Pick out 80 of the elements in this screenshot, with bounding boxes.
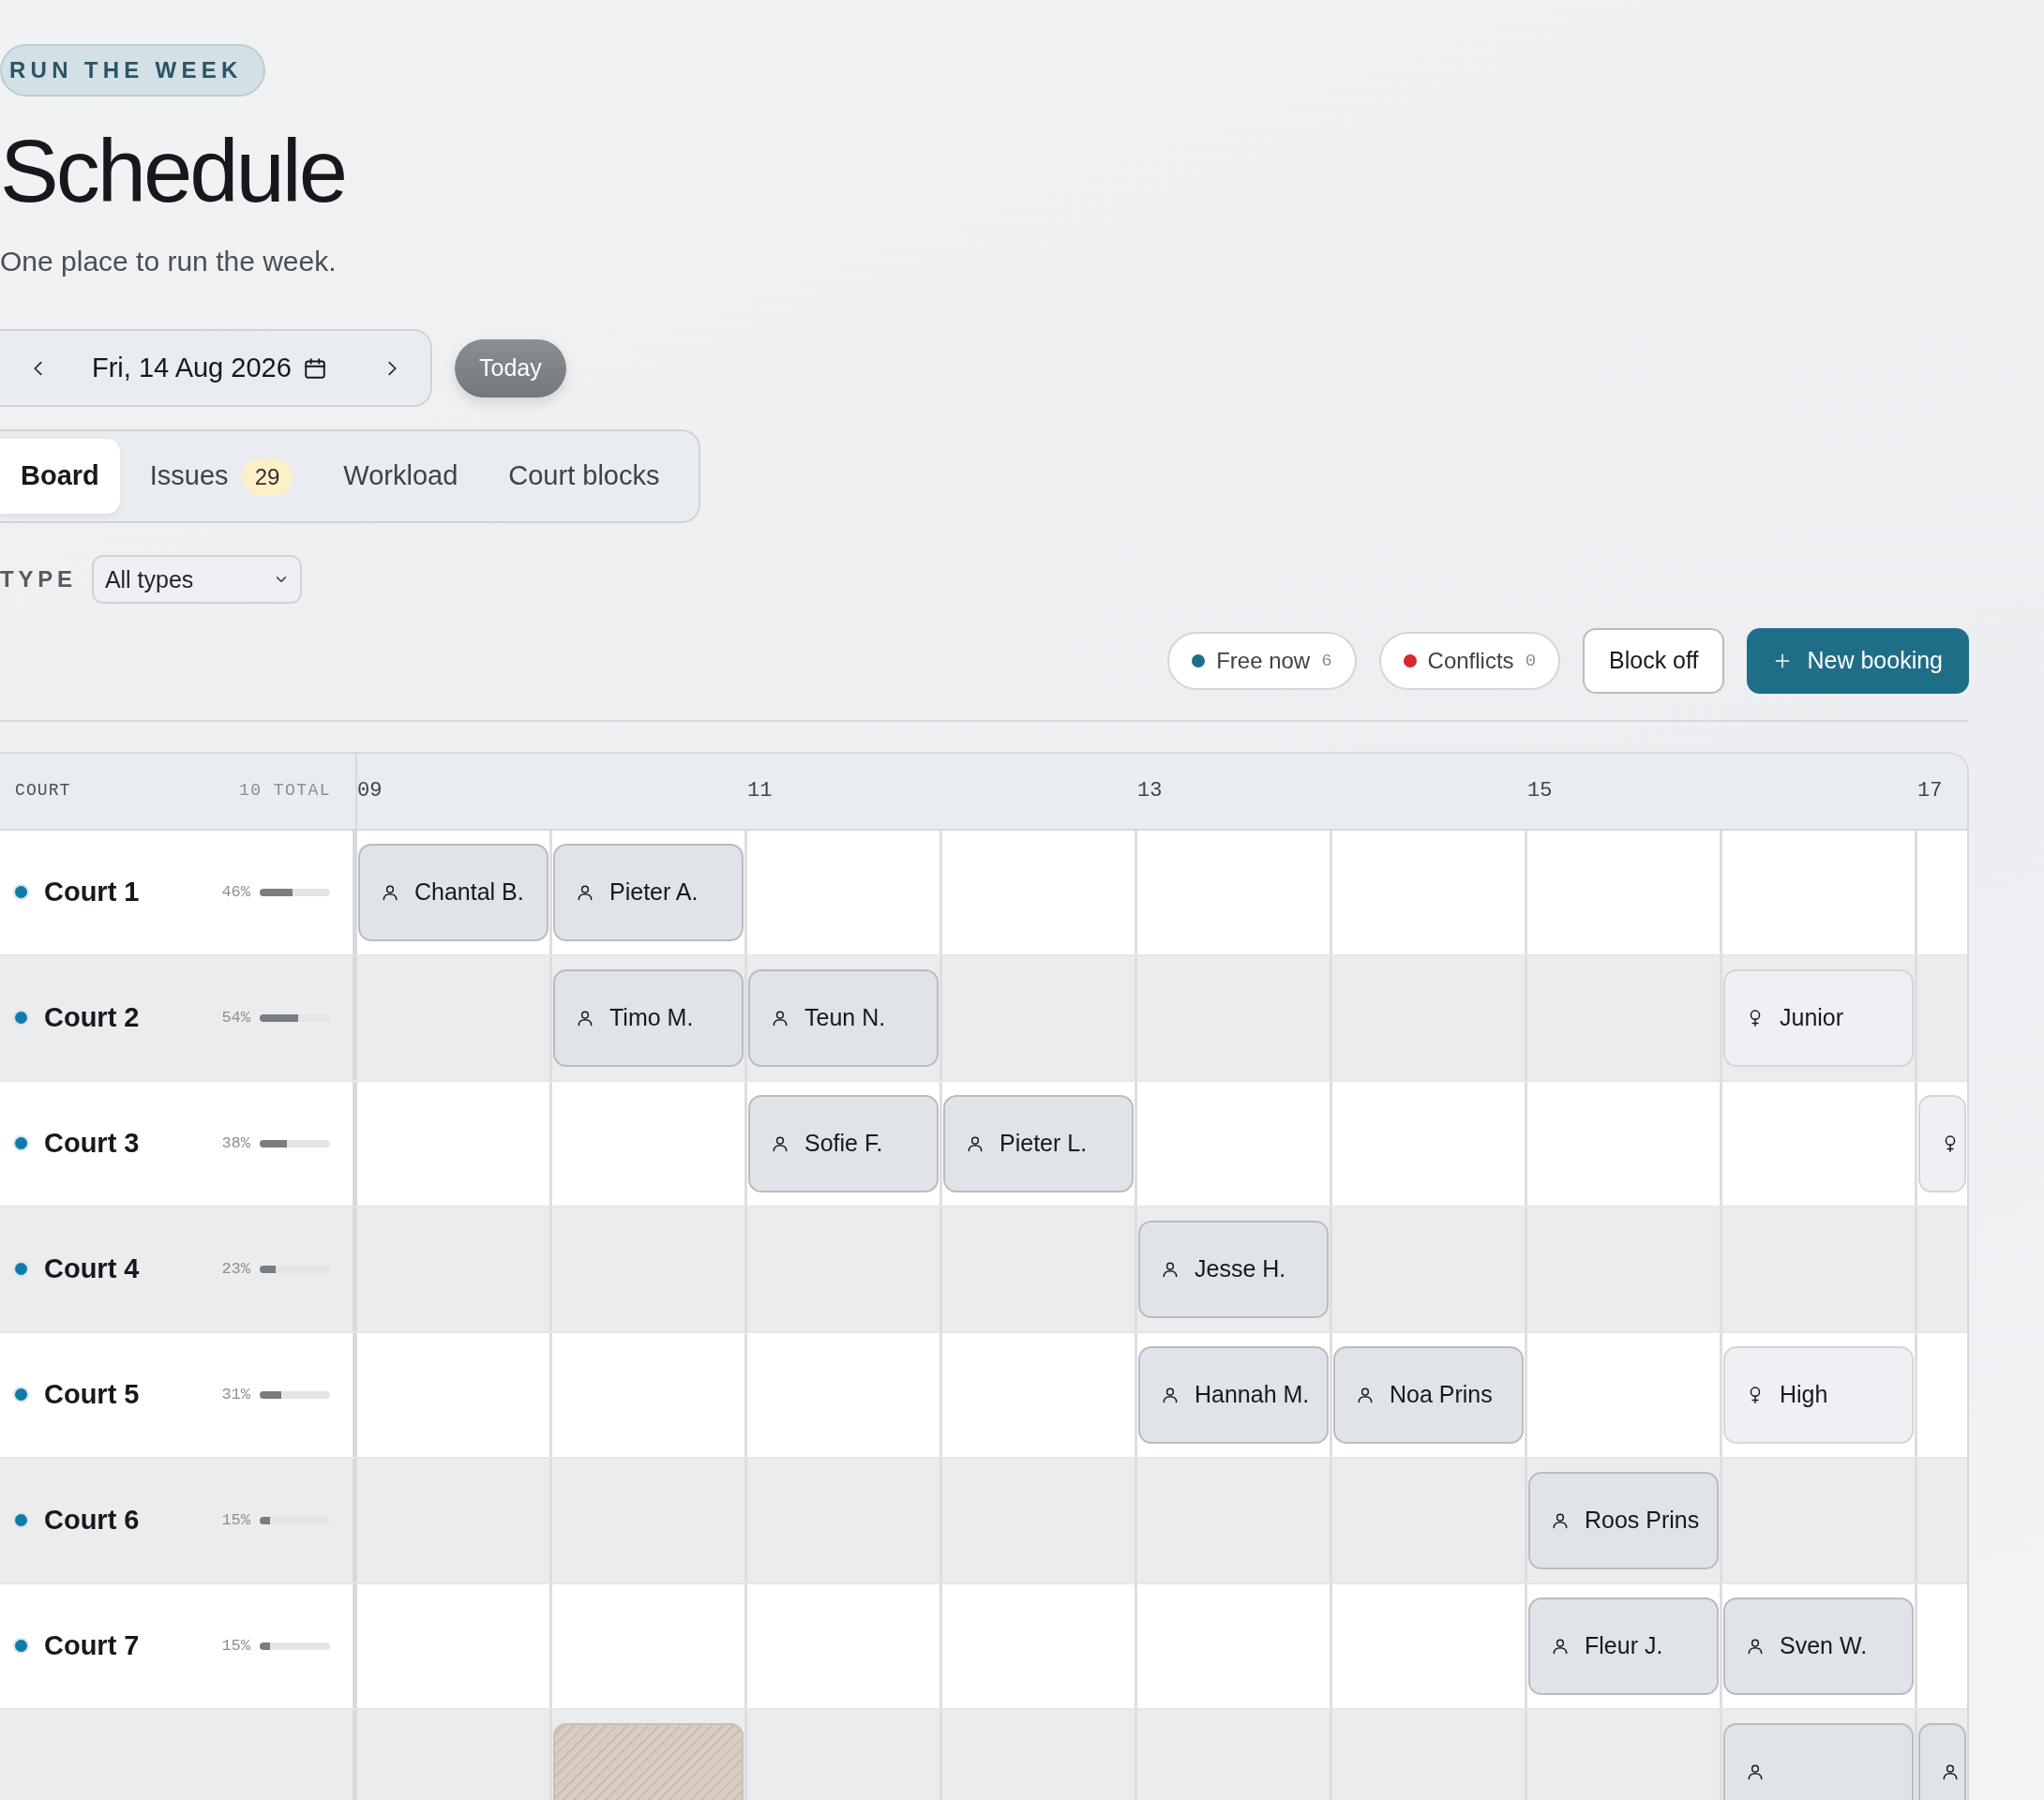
booking-block[interactable]: Pieter A. (553, 843, 744, 941)
today-button[interactable]: Today (455, 339, 566, 398)
calendar-icon (302, 355, 327, 381)
type-select[interactable]: All types (91, 554, 302, 604)
booking-block[interactable] (1918, 1722, 1966, 1800)
booking-name: Sven W. (1780, 1631, 1868, 1661)
hour-label: 17 (1917, 778, 1943, 805)
booking-name: High (1780, 1380, 1828, 1410)
court-status-dot (13, 1261, 29, 1278)
new-booking-button[interactable]: New booking (1747, 627, 1969, 694)
chip-count: 0 (1525, 649, 1537, 673)
count-badge: 29 (241, 458, 293, 497)
chip-label: Free now (1216, 646, 1311, 675)
utilization-percent: 15% (221, 1510, 250, 1532)
date-label: Fri, 14 Aug 2026 (92, 352, 292, 385)
court-name: Court 4 (44, 1252, 140, 1286)
booking-name: Jesse H. (1195, 1254, 1286, 1284)
booking-name: Pieter L. (999, 1129, 1088, 1159)
court-name: Court 1 (44, 876, 140, 909)
booking-block[interactable]: Hannah M. (1138, 1345, 1329, 1444)
booking-name: Junior (1780, 1003, 1844, 1033)
booking-name: Chantal B. (414, 878, 524, 908)
booking-name: Hannah M. (1195, 1380, 1310, 1410)
booking-block[interactable]: Timo M. (553, 968, 744, 1067)
booking-name: Roos Prins (1585, 1506, 1700, 1536)
court-status-dot (13, 1638, 29, 1655)
court-name: Court 2 (44, 1001, 140, 1035)
booking-block[interactable]: Chantal B. (358, 843, 549, 941)
tab[interactable]: Court blocks (488, 439, 681, 514)
booking-block[interactable]: Teun N. (748, 968, 939, 1067)
court-status-dot (13, 884, 29, 901)
booking-block[interactable] (1723, 1722, 1914, 1800)
booking-block[interactable]: Roos Prins (1528, 1471, 1719, 1569)
utilization-percent: 38% (221, 1133, 250, 1155)
booking-block[interactable]: Noa Prins (1333, 1345, 1524, 1444)
booking-block[interactable]: Sofie F. (748, 1094, 939, 1192)
court-status-dot (13, 1010, 29, 1027)
booking-block[interactable]: Fleur J. (1528, 1597, 1719, 1695)
utilization-percent: 23% (221, 1259, 250, 1281)
booking-name: Timo M. (609, 1003, 694, 1033)
booking-name: Pieter A. (609, 878, 699, 908)
utilization-percent: 31% (221, 1385, 250, 1406)
tab[interactable]: Workload (323, 439, 479, 514)
status-chip[interactable]: Free now 6 (1167, 631, 1357, 690)
chip-count: 6 (1321, 649, 1332, 673)
court-name: Court 6 (44, 1504, 140, 1538)
court-name: Court 7 (44, 1629, 140, 1663)
court-name: Court 5 (44, 1378, 140, 1412)
booking-name: Sofie F. (804, 1129, 883, 1159)
utilization-percent: 46% (221, 882, 250, 904)
booking-block[interactable]: Jesse H. (1138, 1220, 1329, 1318)
class-block[interactable]: Junior (1723, 968, 1914, 1067)
booking-block[interactable]: Pieter L. (943, 1094, 1134, 1192)
hour-label: 11 (747, 778, 773, 805)
eyebrow-label: RUN THE WEEK (0, 44, 265, 97)
court-status-dot (13, 1387, 29, 1403)
court-total: 10 TOTAL (239, 780, 332, 802)
booking-name: Noa Prins (1390, 1380, 1493, 1410)
page-subtitle: One place to run the week. (0, 245, 338, 279)
hour-label: 15 (1527, 778, 1553, 805)
booking-name: Fleur J. (1585, 1631, 1663, 1661)
page-title: Schedule (0, 123, 346, 220)
column-header: COURT (14, 780, 71, 802)
hour-label: 09 (357, 778, 383, 805)
chip-label: Conflicts (1427, 646, 1514, 675)
filter-label: TYPE (0, 564, 77, 593)
tab[interactable]: Issues 29 (128, 439, 314, 514)
status-chip[interactable]: Conflicts 0 (1378, 631, 1561, 690)
court-status-dot (13, 1135, 29, 1152)
booking-block[interactable]: Sven W. (1723, 1597, 1914, 1695)
booking-name: Teun N. (804, 1003, 886, 1033)
court-name: Court 3 (44, 1127, 140, 1161)
utilization-percent: 15% (221, 1636, 250, 1658)
utilization-percent: 54% (221, 1008, 250, 1029)
block-off-button[interactable]: Block off (1583, 627, 1725, 694)
hour-label: 13 (1137, 778, 1163, 805)
class-block[interactable] (1918, 1094, 1966, 1192)
court-status-dot (13, 1512, 29, 1529)
class-block[interactable]: High (1723, 1345, 1914, 1444)
tab[interactable]: Board (0, 439, 120, 514)
